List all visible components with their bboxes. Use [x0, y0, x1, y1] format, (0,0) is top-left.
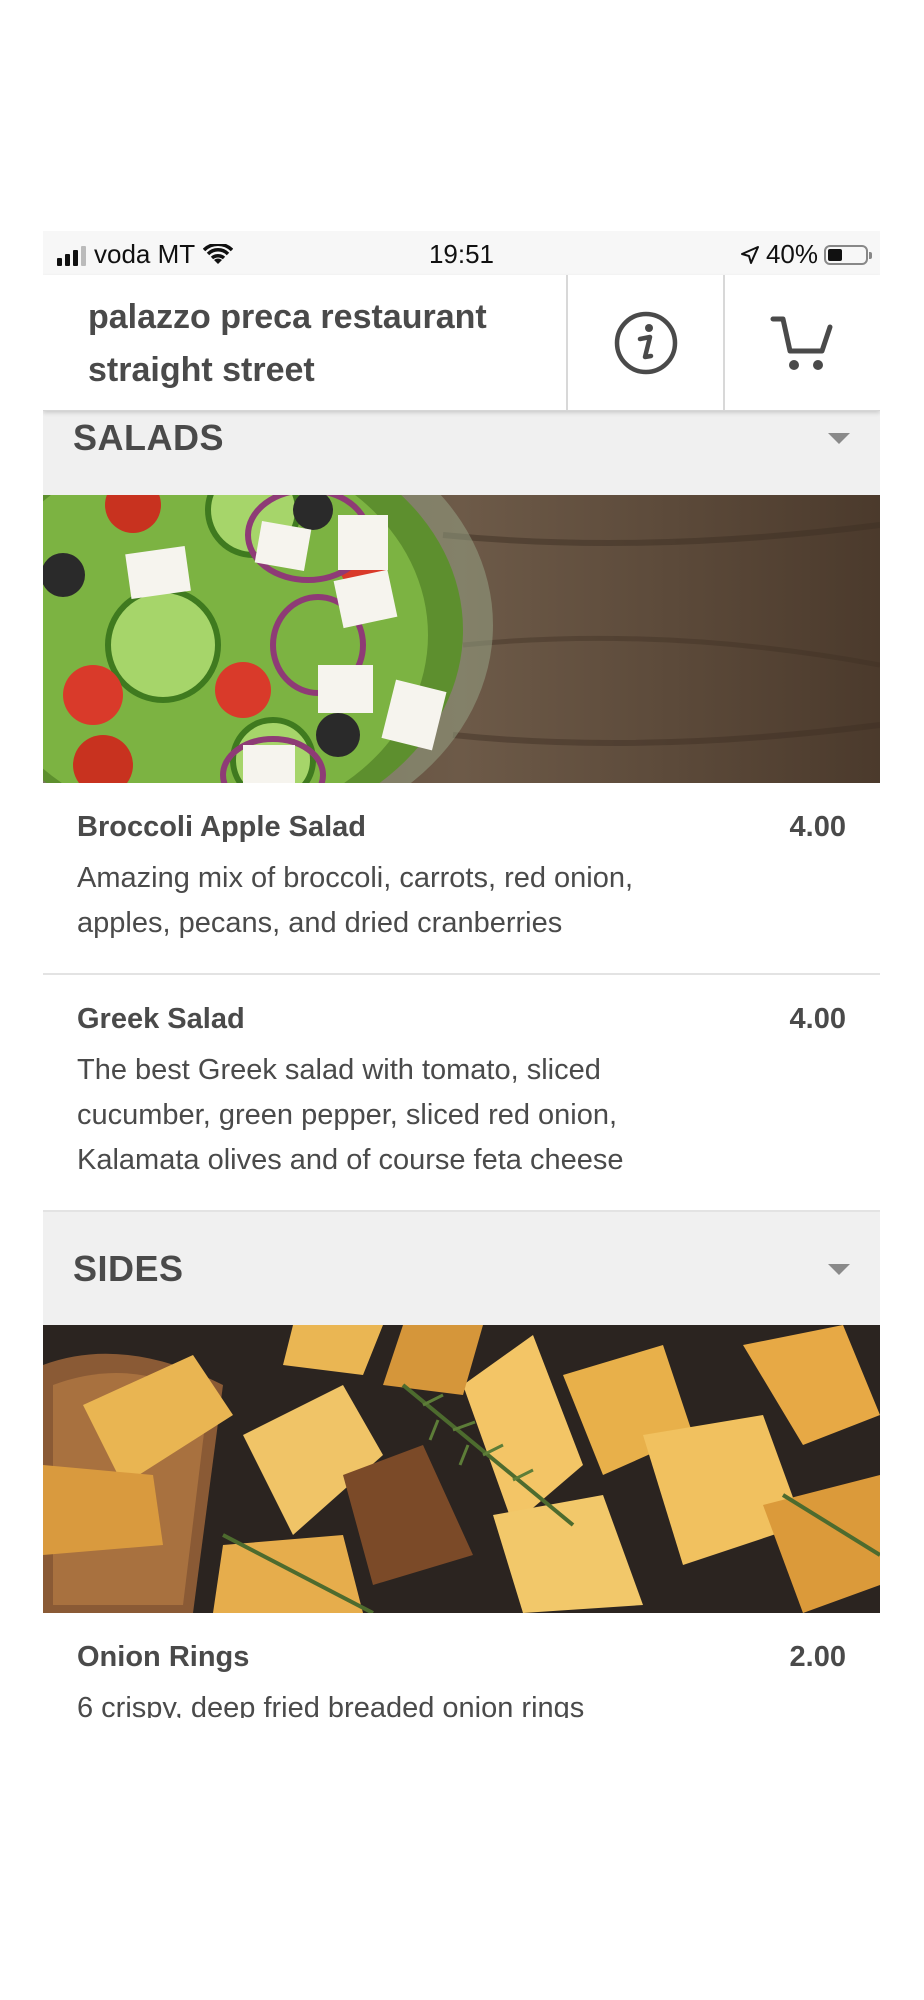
item-header: Onion Rings 2.00 — [77, 1613, 846, 1674]
info-icon — [614, 311, 677, 374]
battery-icon — [824, 244, 872, 265]
category-title: SIDES — [73, 1248, 184, 1289]
item-header: Broccoli Apple Salad 4.00 — [77, 783, 846, 844]
location-arrow-icon — [740, 245, 759, 264]
battery-fill — [828, 248, 843, 261]
item-name: Onion Rings — [77, 1641, 250, 1673]
item-header: Greek Salad 4.00 — [77, 975, 846, 1036]
info-button[interactable] — [566, 275, 723, 410]
status-right: 40% — [740, 239, 872, 270]
salad-photo-image — [43, 495, 880, 783]
item-description-line: The best Greek salad with tomato, sliced — [77, 1054, 601, 1086]
item-price: 4.00 — [789, 811, 846, 843]
app-header: palazzo preca restaurant straight street — [43, 275, 880, 411]
item-description-line: cucumber, green pepper, sliced red onion… — [77, 1099, 618, 1131]
item-description-line: apples, pecans, and dried cranberries — [77, 907, 563, 939]
item-description: The best Greek salad with tomato, sliced… — [77, 1048, 846, 1183]
item-description-line: 6 crispy, deep fried breaded onion rings — [77, 1692, 585, 1718]
cart-icon — [770, 316, 832, 370]
category-title: SALADS — [73, 417, 225, 458]
restaurant-title-line1: palazzo preca restaurant — [88, 298, 487, 336]
chevron-down-icon — [828, 1264, 850, 1275]
category-header-sides[interactable]: SIDES — [43, 1212, 880, 1325]
chevron-down-icon — [828, 433, 850, 444]
app-screen: voda MT 19:51 40% palazzo preca restaura… — [43, 231, 880, 1718]
item-description: Amazing mix of broccoli, carrots, red on… — [77, 856, 846, 946]
item-description: 6 crispy, deep fried breaded onion rings — [77, 1686, 846, 1718]
potato-wedges-photo — [43, 1325, 880, 1613]
item-price: 4.00 — [789, 1003, 846, 1035]
menu-item-onion-rings[interactable]: Onion Rings 2.00 6 crispy, deep fried br… — [43, 1613, 880, 1718]
menu-item-broccoli-apple-salad[interactable]: Broccoli Apple Salad 4.00 Amazing mix of… — [43, 783, 880, 975]
restaurant-title: palazzo preca restaurant straight street — [43, 275, 566, 410]
status-bar: voda MT 19:51 40% — [43, 231, 880, 275]
restaurant-title-line2: straight street — [88, 351, 315, 389]
battery-percent: 40% — [765, 239, 818, 269]
salad-photo — [43, 495, 880, 783]
category-header-salads[interactable]: SALADS — [43, 409, 880, 495]
menu-item-greek-salad[interactable]: Greek Salad 4.00 The best Greek salad wi… — [43, 975, 880, 1212]
potato-wedges-photo-image — [43, 1325, 880, 1613]
item-price: 2.00 — [789, 1641, 846, 1673]
cart-button[interactable] — [723, 275, 880, 410]
item-name: Greek Salad — [77, 1003, 245, 1035]
item-name: Broccoli Apple Salad — [77, 811, 366, 843]
item-description-line: Amazing mix of broccoli, carrots, red on… — [77, 862, 634, 894]
item-description-line: Kalamata olives and of course feta chees… — [77, 1144, 624, 1176]
